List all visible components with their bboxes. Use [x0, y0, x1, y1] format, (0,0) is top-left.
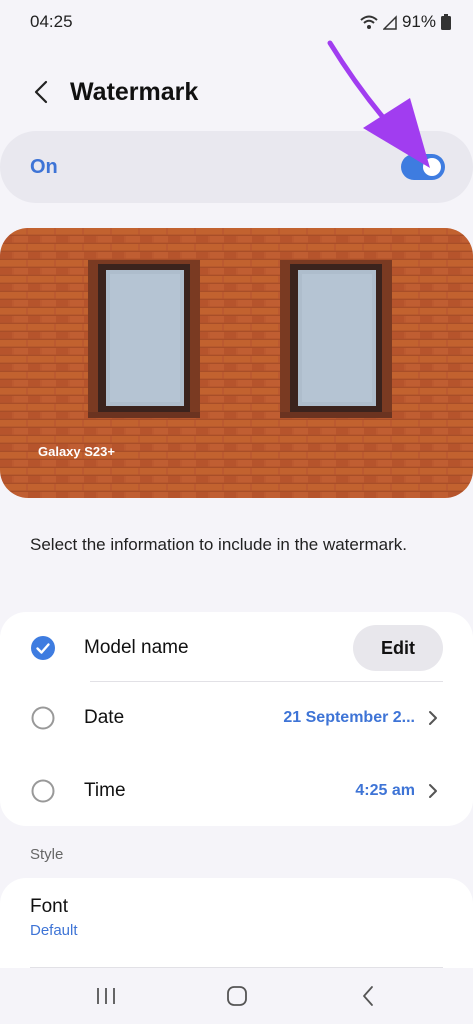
battery-percent: 91%	[401, 12, 436, 31]
master-switch-label: On	[30, 155, 58, 178]
watermark-master-switch-row[interactable]: On	[0, 131, 473, 203]
option-time[interactable]: Time 4:25 am	[0, 755, 473, 827]
option-model-name[interactable]: Model name Edit	[0, 612, 473, 684]
toggle-knob	[423, 158, 441, 176]
status-icons: 91%	[360, 12, 451, 32]
chevron-left-icon	[34, 80, 48, 104]
home-button[interactable]	[207, 976, 267, 1016]
recents-button[interactable]	[76, 976, 136, 1016]
font-title: Font	[30, 896, 69, 917]
unchecked-circle-icon[interactable]	[31, 779, 55, 803]
app-header: Watermark	[0, 62, 473, 122]
recents-icon	[96, 988, 115, 1004]
status-time: 04:25	[30, 12, 73, 31]
unchecked-circle-icon[interactable]	[31, 706, 55, 730]
font-value: Default	[30, 922, 78, 939]
font-setting-row[interactable]: Font Default	[0, 878, 473, 968]
chevron-right-icon	[429, 711, 437, 725]
page-title: Watermark	[70, 77, 199, 106]
chevron-right-icon	[429, 784, 437, 798]
battery-icon	[441, 14, 451, 30]
time-value: 4:25 am	[355, 782, 415, 799]
option-label: Model name	[84, 637, 189, 658]
system-navigation-bar	[0, 968, 473, 1024]
back-button[interactable]	[26, 72, 56, 112]
option-label: Date	[84, 707, 125, 728]
watermark-toggle[interactable]	[401, 154, 445, 180]
option-label: Time	[84, 780, 126, 801]
watermark-options-card: Model name Edit Date 21 September 2... T…	[0, 612, 473, 826]
watermark-preview-image: Galaxy S23+	[0, 228, 473, 498]
status-bar: 04:25 91%	[0, 0, 473, 44]
signal-icon	[382, 14, 397, 30]
nav-back-button[interactable]	[338, 976, 398, 1016]
date-value: 21 September 2...	[283, 709, 415, 726]
style-section-header: Style	[30, 846, 64, 863]
checked-circle-icon[interactable]	[31, 636, 55, 660]
wifi-icon	[360, 15, 378, 29]
edit-model-name-button[interactable]: Edit	[353, 625, 443, 671]
home-icon	[226, 986, 247, 1006]
back-icon	[362, 986, 373, 1006]
option-date[interactable]: Date 21 September 2...	[0, 682, 473, 754]
watermark-overlay-text: Galaxy S23+	[38, 444, 115, 459]
instructions-text: Select the information to include in the…	[30, 535, 408, 554]
